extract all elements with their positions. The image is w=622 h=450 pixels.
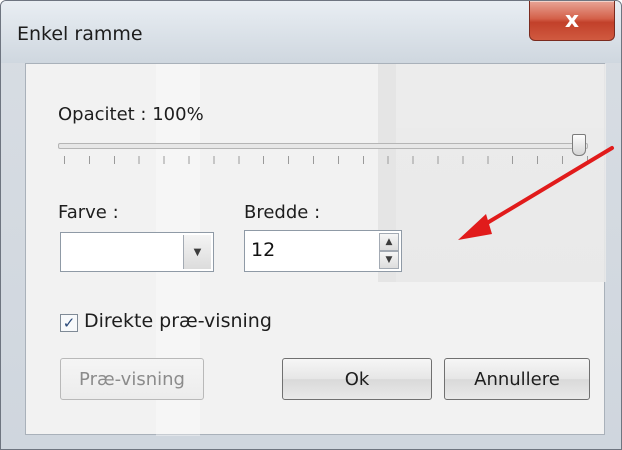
- checkmark-icon: ✓: [62, 314, 76, 332]
- opacity-slider-thumb[interactable]: [572, 134, 586, 156]
- close-icon: x: [564, 8, 580, 33]
- opacity-label: Opacitet : 100%: [58, 104, 204, 125]
- color-picker-combo[interactable]: ▼: [60, 232, 214, 272]
- width-label: Bredde :: [244, 202, 321, 223]
- spin-up-icon[interactable]: ▲: [379, 233, 399, 251]
- slider-ticks: [64, 156, 588, 164]
- live-preview-label[interactable]: Direkte præ-visning: [84, 310, 272, 332]
- dialog-window: Enkel ramme x Opacitet : 100% Farve : Br…: [0, 0, 622, 450]
- close-button[interactable]: x: [529, 1, 615, 41]
- live-preview-checkbox[interactable]: ✓: [60, 314, 78, 332]
- width-value[interactable]: 12: [251, 239, 275, 261]
- chevron-down-icon[interactable]: ▼: [183, 235, 211, 269]
- dialog-content: Opacitet : 100% Farve : Bredde : ▼ 12 ▲ …: [25, 63, 606, 436]
- preview-button[interactable]: Præ-visning: [60, 358, 204, 400]
- cancel-button[interactable]: Annullere: [444, 358, 590, 400]
- ok-button[interactable]: Ok: [282, 358, 432, 400]
- dialog-title: Enkel ramme: [17, 23, 143, 45]
- filmstrip-watermark: [378, 64, 606, 282]
- color-label: Farve :: [58, 202, 119, 223]
- opacity-slider-track[interactable]: [58, 143, 588, 149]
- spin-down-icon[interactable]: ▼: [379, 251, 399, 269]
- title-bar[interactable]: Enkel ramme x: [1, 1, 621, 63]
- width-stepper[interactable]: 12 ▲ ▼: [244, 230, 402, 272]
- color-swatch[interactable]: [63, 235, 181, 269]
